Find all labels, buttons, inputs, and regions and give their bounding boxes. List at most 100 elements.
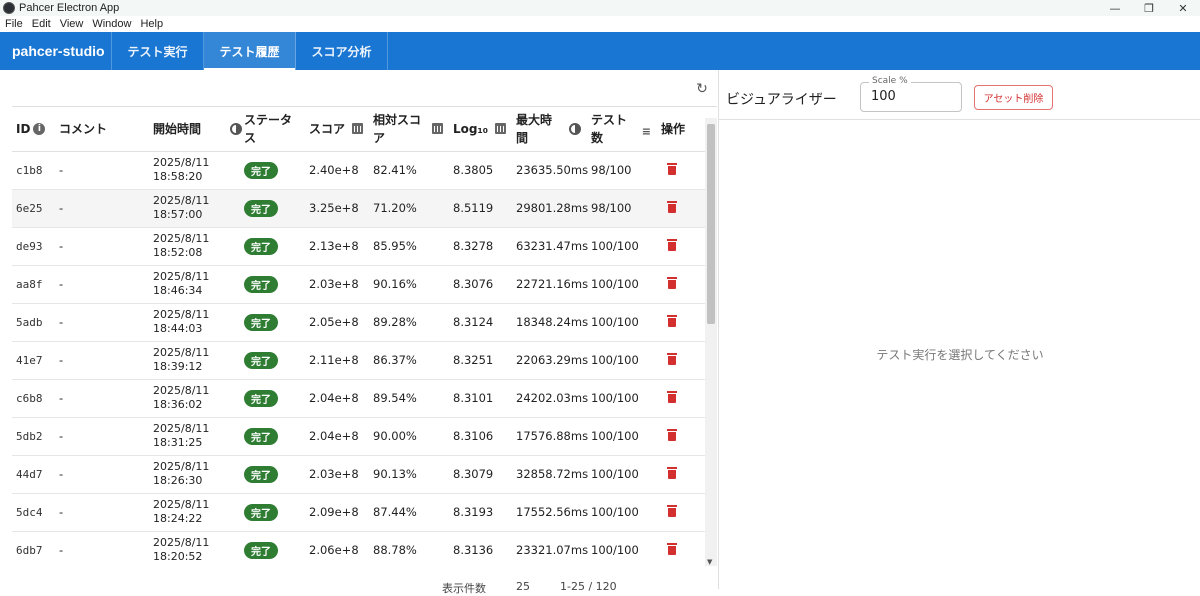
menu-window[interactable]: Window — [92, 18, 131, 30]
delete-icon[interactable] — [667, 390, 677, 403]
cell-start-time: 2025/8/11 18:44:03 — [149, 303, 240, 342]
delete-icon[interactable] — [667, 238, 677, 251]
cell-test-count: 100/100 — [587, 493, 657, 532]
menu-edit[interactable]: Edit — [32, 18, 51, 30]
cell-time: 18:58:20 — [153, 170, 203, 183]
cell-comment[interactable]: - — [55, 379, 149, 418]
cell-status: 完了 — [240, 531, 305, 566]
maximize-icon[interactable]: ❐ — [1132, 0, 1166, 16]
cell-score: 2.04e+8 — [305, 417, 369, 456]
cell-relative-score: 90.00% — [369, 417, 449, 456]
rows-per-page-select[interactable]: 25 — [516, 580, 530, 596]
header-id[interactable]: ID i — [12, 107, 55, 152]
tab-test-history[interactable]: テスト履歴 — [204, 32, 296, 70]
cell-actions — [657, 455, 705, 494]
cell-start-time: 2025/8/11 18:26:30 — [149, 455, 240, 494]
cell-comment[interactable]: - — [55, 493, 149, 532]
status-badge: 完了 — [244, 275, 278, 293]
bar-chart-icon[interactable] — [432, 122, 443, 134]
cell-actions — [657, 227, 705, 266]
cell-comment[interactable]: - — [55, 303, 149, 342]
table-row[interactable]: 5adb -2025/8/11 18:44:03 完了 2.05e+8 89.28% 8.3… — [12, 303, 705, 342]
cell-date: 2025/8/11 — [153, 536, 210, 549]
table-row[interactable]: 5db2-2025/8/11 18:31:25 完了 2.04e+8 90.00% 8.3… — [12, 417, 705, 456]
cell-comment[interactable]: - — [55, 265, 149, 304]
table-row[interactable]: aa8f -2025/8/11 18:46:34 完了 2.03e+8 90.16% 8.3… — [12, 265, 705, 304]
cell-max-time: 17576.88ms — [512, 417, 588, 456]
table-row[interactable]: de93-2025/8/11 18:52:08 完了 2.13e+8 85.95% 8.3… — [12, 227, 705, 266]
delete-icon[interactable] — [667, 428, 677, 441]
minimize-icon[interactable]: — — [1098, 0, 1132, 16]
header-comment[interactable]: コメント — [55, 107, 149, 152]
header-score[interactable]: スコア — [305, 107, 369, 152]
cell-log10: 8.3136 — [449, 531, 512, 566]
cell-max-time: 29801.28ms — [512, 189, 588, 228]
menu-file[interactable]: File — [5, 18, 23, 30]
scrollbar-thumb[interactable] — [707, 124, 715, 324]
delete-icon[interactable] — [667, 200, 677, 213]
delete-icon[interactable] — [667, 466, 677, 479]
cell-comment[interactable]: - — [55, 151, 149, 190]
header-test-count[interactable]: テスト数 ≡ — [587, 107, 657, 152]
empty-state-message: テスト実行を選択してください — [876, 348, 1044, 362]
cell-time: 18:57:00 — [153, 208, 203, 221]
tab-score-analysis[interactable]: スコア分析 — [296, 32, 388, 70]
table-row[interactable]: 44d7-2025/8/11 18:26:30 完了 2.03e+8 90.13% 8.3… — [12, 455, 705, 494]
menu-view[interactable]: View — [60, 18, 84, 30]
table-row[interactable]: c6b8-2025/8/11 18:36:02 完了 2.04e+8 89.54% 8.3… — [12, 379, 705, 418]
scroll-down-icon[interactable]: ▼ — [707, 558, 712, 566]
refresh-icon[interactable]: ↻ — [695, 82, 709, 96]
tab-test-run[interactable]: テスト実行 — [112, 32, 204, 70]
delete-icon[interactable] — [667, 162, 677, 175]
delete-icon[interactable] — [667, 504, 677, 517]
table-row[interactable]: 6db7-2025/8/11 18:20:52 完了 2.06e+8 88.78% 8.3… — [12, 531, 705, 566]
delete-icon[interactable] — [667, 352, 677, 365]
header-status[interactable]: ステータス — [240, 107, 305, 152]
delete-assets-button[interactable]: アセット削除 — [974, 85, 1053, 110]
table-row[interactable]: 6e25-2025/8/11 18:57:00 完了 3.25e+8 71.20% 8.5… — [12, 189, 705, 228]
sort-icon[interactable]: ≡ — [642, 123, 651, 141]
status-badge: 完了 — [244, 199, 278, 217]
scale-input[interactable] — [871, 89, 951, 104]
cell-id: aa8f — [12, 265, 55, 304]
cell-comment[interactable]: - — [55, 227, 149, 266]
delete-icon[interactable] — [667, 276, 677, 289]
delete-icon[interactable] — [667, 314, 677, 327]
cell-test-count: 100/100 — [587, 341, 657, 380]
cell-comment[interactable]: - — [55, 341, 149, 380]
table-row[interactable]: 5dc4-2025/8/11 18:24:22 完了 2.09e+8 87.44% 8.3… — [12, 493, 705, 532]
cell-max-time: 22063.29ms — [512, 341, 588, 380]
info-icon[interactable]: i — [33, 123, 46, 136]
cell-start-time: 2025/8/11 18:39:12 — [149, 341, 240, 380]
delete-icon[interactable] — [667, 542, 677, 555]
cell-start-time: 2025/8/11 18:20:52 — [149, 531, 240, 566]
cell-date: 2025/8/11 — [153, 422, 210, 435]
cell-actions — [657, 493, 705, 532]
time-chart-icon[interactable] — [569, 122, 581, 135]
cell-id: c6b8 — [12, 379, 55, 418]
cell-comment[interactable]: - — [55, 417, 149, 456]
header-max-time[interactable]: 最大時間 — [512, 107, 587, 152]
cell-log10: 8.3193 — [449, 493, 512, 532]
bar-chart-icon[interactable] — [495, 122, 506, 134]
cell-start-time: 2025/8/11 18:57:00 — [149, 189, 240, 228]
close-icon[interactable]: ✕ — [1166, 0, 1200, 16]
cell-comment[interactable]: - — [55, 189, 149, 228]
cell-test-count: 100/100 — [587, 455, 657, 494]
table-row[interactable]: 41e7-2025/8/11 18:39:12 完了 2.11e+8 86.37% 8.3… — [12, 341, 705, 380]
scale-field[interactable]: Scale % — [860, 76, 962, 112]
cell-comment[interactable]: - — [55, 531, 149, 566]
cell-score: 2.03e+8 — [305, 455, 369, 494]
status-badge: 完了 — [244, 465, 278, 483]
cell-status: 完了 — [240, 303, 305, 342]
header-start-time[interactable]: 開始時間 — [149, 107, 242, 152]
header-log10[interactable]: Log₁₀ — [449, 107, 512, 152]
cell-date: 2025/8/11 — [153, 232, 210, 245]
cell-log10: 8.3079 — [449, 455, 512, 494]
header-relative-score[interactable]: 相対スコア — [369, 107, 449, 152]
cell-comment[interactable]: - — [55, 455, 149, 494]
bar-chart-icon[interactable] — [352, 122, 363, 134]
table-row[interactable]: c1b8-2025/8/11 18:58:20 完了 2.40e+8 82.41% 8.3… — [12, 151, 705, 190]
menu-help[interactable]: Help — [140, 18, 163, 30]
table-scrollbar[interactable]: ▼ — [705, 118, 717, 566]
